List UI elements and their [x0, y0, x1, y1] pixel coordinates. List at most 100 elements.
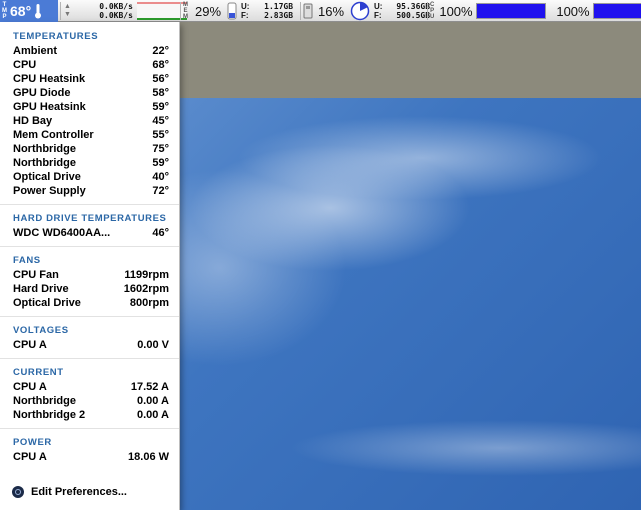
row-label: Optical Drive: [13, 297, 81, 309]
menu-row[interactable]: CPU A 18.06 W: [13, 450, 169, 464]
memory-free: 2.83GB: [264, 11, 294, 20]
row-value: 0.00 A: [136, 409, 169, 421]
menu-row[interactable]: Northbridge 0.00 A: [13, 394, 169, 408]
menu-row[interactable]: Ambient 22°: [13, 44, 169, 58]
row-label: HD Bay: [13, 115, 53, 127]
temp-label: T M P: [2, 2, 7, 20]
download-arrow-icon: ▼: [64, 11, 71, 18]
menu-row[interactable]: CPU 68°: [13, 58, 169, 72]
row-label: Hard Drive: [13, 283, 69, 295]
app-logo-icon: [12, 486, 24, 498]
power-section: POWER CPU A 18.06 W: [0, 436, 179, 464]
menu-row[interactable]: Optical Drive 800rpm: [13, 296, 169, 310]
row-label: WDC WD6400AA...: [13, 227, 111, 239]
cpu-core1-percent: 100%: [439, 3, 473, 19]
menu-row[interactable]: HD Bay 45°: [13, 114, 169, 128]
menu-row[interactable]: Mem Controller 55°: [13, 128, 169, 142]
menu-row[interactable]: Northbridge 59°: [13, 156, 169, 170]
menu-row[interactable]: CPU A 0.00 V: [13, 338, 169, 352]
menu-row[interactable]: GPU Diode 58°: [13, 86, 169, 100]
row-label: GPU Diode: [13, 87, 71, 99]
section-heading: FANS: [13, 255, 41, 266]
row-label: CPU A: [13, 339, 47, 351]
row-value: 45°: [152, 115, 169, 127]
fans-section: FANS CPU Fan 1199rpm Hard Drive 1602rpm Opti…: [0, 254, 179, 310]
cpu-core2-bar: [593, 3, 641, 19]
row-label: CPU Heatsink: [13, 73, 86, 85]
menu-separator: [427, 2, 428, 20]
row-value: 1602rpm: [123, 283, 169, 295]
menu-row[interactable]: Power Supply 72°: [13, 184, 169, 198]
menu-divider: [0, 316, 179, 317]
menu-row[interactable]: Hard Drive 1602rpm: [13, 282, 169, 296]
menu-separator: [180, 2, 181, 20]
voltages-section: VOLTAGES CPU A 0.00 V: [0, 324, 179, 352]
temperature-dropdown-menu: TEMPERATURES Ambient 22° CPU 68° CPU Heatsin…: [0, 22, 180, 510]
row-value: 18.06 W: [128, 451, 169, 463]
row-value: 68°: [152, 59, 169, 71]
cpu-menu-item[interactable]: C P U 100% 100%: [430, 0, 641, 22]
row-value: 0.00 V: [137, 339, 169, 351]
cpu-core2-bar-fill: [594, 4, 641, 18]
cpu-core1-bar-fill: [477, 4, 546, 18]
edit-preferences-menu-item[interactable]: Edit Preferences...: [12, 486, 127, 498]
thermometer-icon: [35, 4, 42, 19]
menu-separator: [60, 2, 61, 20]
section-heading: VOLTAGES: [13, 325, 69, 336]
row-value: 55°: [152, 129, 169, 141]
row-value: 58°: [152, 87, 169, 99]
network-menu-item[interactable]: ▲ ▼ 0.0KB/s 0.0KB/s: [64, 0, 187, 22]
row-label: Optical Drive: [13, 171, 81, 183]
section-heading: HARD DRIVE TEMPERATURES: [13, 213, 167, 224]
upload-arrow-icon: ▲: [64, 3, 71, 10]
row-label: Northbridge: [13, 395, 76, 407]
row-value: 75°: [152, 143, 169, 155]
row-label: GPU Heatsink: [13, 101, 86, 113]
current-section: CURRENT CPU A 17.52 A Northbridge 0.00 A Nor…: [0, 366, 179, 422]
menu-row[interactable]: Northbridge 75°: [13, 142, 169, 156]
hd-temperatures-section: HARD DRIVE TEMPERATURES WDC WD6400AA... 4…: [0, 212, 179, 240]
cpu-label: C P U: [430, 2, 435, 20]
disk-pie-icon: [350, 1, 370, 21]
row-label: Ambient: [13, 45, 57, 57]
row-label: CPU A: [13, 381, 47, 393]
menu-row[interactable]: CPU Heatsink 56°: [13, 72, 169, 86]
row-label: Mem Controller: [13, 129, 94, 141]
memory-percent: 29%: [195, 3, 222, 19]
menu-divider: [0, 246, 179, 247]
disk-free: 500.5GB: [396, 11, 431, 20]
row-label: CPU: [13, 59, 37, 71]
menu-row[interactable]: CPU Fan 1199rpm: [13, 268, 169, 282]
row-label: Northbridge: [13, 143, 76, 155]
row-value: 59°: [152, 101, 169, 113]
section-heading: TEMPERATURES: [13, 31, 99, 42]
menu-separator: [300, 2, 301, 20]
row-value: 59°: [152, 157, 169, 169]
memory-used: 1.17GB: [264, 2, 294, 11]
section-heading: CURRENT: [13, 367, 64, 378]
row-label: Northbridge 2: [13, 409, 86, 421]
temperature-menu-item[interactable]: T M P 68°: [0, 0, 58, 22]
disk-menu-item[interactable]: 16% U: F: 95.36GB 500.5GB: [303, 0, 430, 22]
menu-divider: [0, 358, 179, 359]
row-label: CPU A: [13, 451, 47, 463]
menu-row[interactable]: GPU Heatsink 59°: [13, 100, 169, 114]
menu-row[interactable]: CPU A 17.52 A: [13, 380, 169, 394]
row-value: 56°: [152, 73, 169, 85]
row-value: 72°: [152, 185, 169, 197]
row-label: Northbridge: [13, 157, 76, 169]
menu-row[interactable]: Optical Drive 40°: [13, 170, 169, 184]
row-value: 800rpm: [129, 297, 169, 309]
section-heading: POWER: [13, 437, 52, 448]
menu-divider: [0, 428, 179, 429]
menu-divider: [0, 204, 179, 205]
memory-menu-item[interactable]: M E M 29% U: F: 1.17GB 2.83GB: [183, 0, 293, 22]
row-value: 46°: [152, 227, 169, 239]
row-value: 22°: [152, 45, 169, 57]
cpu-core1-bar: [476, 3, 547, 19]
network-arrows: ▲ ▼: [64, 3, 71, 19]
menu-row[interactable]: Northbridge 2 0.00 A: [13, 408, 169, 422]
disk-percent: 16%: [318, 3, 345, 19]
disk-icon: [303, 3, 313, 19]
menu-row[interactable]: WDC WD6400AA... 46°: [13, 226, 169, 240]
